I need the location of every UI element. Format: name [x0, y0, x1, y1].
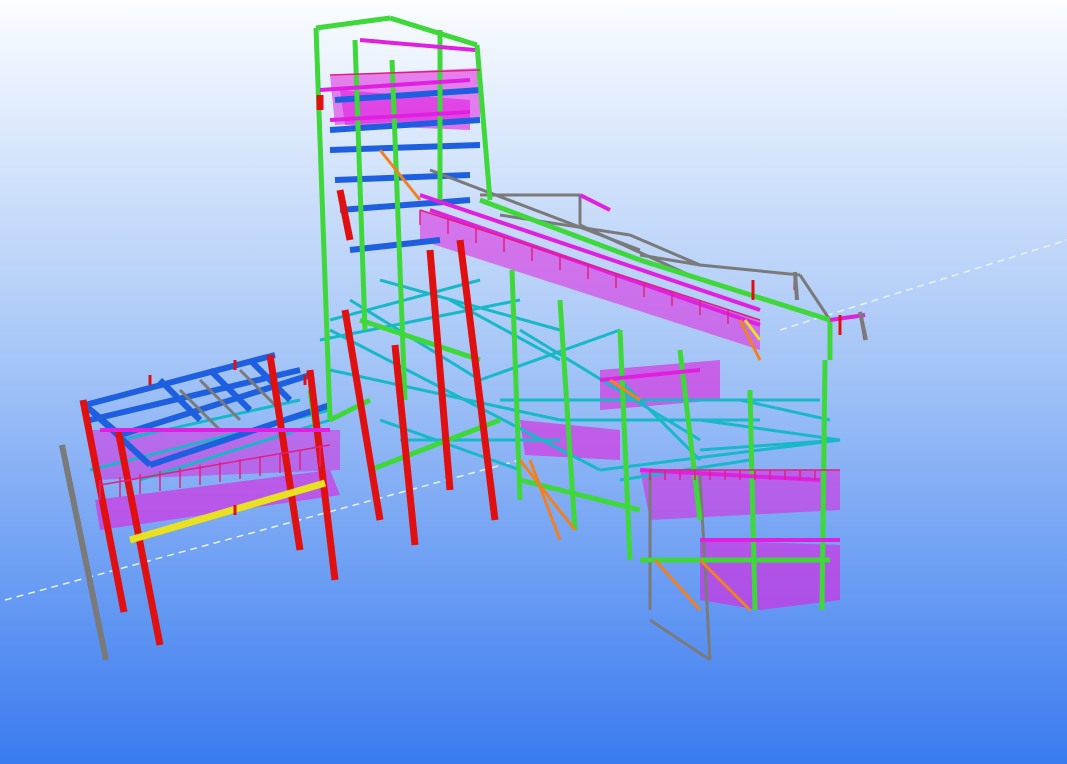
- model-3d-viewport[interactable]: [0, 0, 1067, 764]
- platform-deck: [700, 540, 840, 610]
- member: [793, 271, 799, 301]
- member: [819, 359, 828, 611]
- steel-structure-model[interactable]: [0, 0, 1067, 764]
